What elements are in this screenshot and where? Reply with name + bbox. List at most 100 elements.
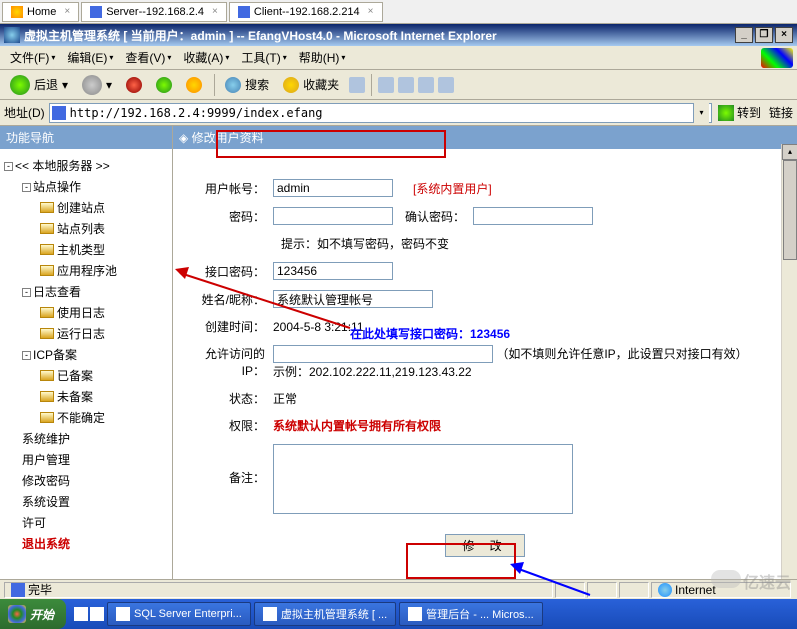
edit-icon[interactable] [418, 77, 434, 93]
tab-server[interactable]: Server--192.168.2.4 × [81, 2, 227, 22]
menu-help[interactable]: 帮助(H)▾ [293, 47, 352, 68]
mail-icon[interactable] [378, 77, 394, 93]
cloud-icon [711, 570, 741, 588]
taskbar-item[interactable]: SQL Server Enterpri... [107, 602, 251, 626]
tree-logs[interactable]: -日志查看 [22, 281, 168, 302]
home-button[interactable] [180, 75, 208, 95]
tree-item[interactable]: 系统维护 [22, 428, 168, 449]
tree-site-ops[interactable]: -站点操作 [22, 176, 168, 197]
collapse-icon[interactable]: - [22, 288, 31, 297]
refresh-button[interactable] [150, 75, 178, 95]
refresh-icon [156, 77, 172, 93]
dropdown-icon[interactable]: ▾ [693, 103, 709, 123]
scroll-thumb[interactable] [783, 160, 797, 260]
tree-item[interactable]: 运行日志 [40, 323, 168, 344]
nickname-label: 姓名/昵称： [183, 291, 273, 308]
tree-item[interactable]: 主机类型 [40, 239, 168, 260]
address-field[interactable]: ▾ [49, 103, 712, 123]
close-icon[interactable]: × [368, 6, 374, 17]
tree-item[interactable]: 站点列表 [40, 218, 168, 239]
api-pwd-input[interactable] [273, 262, 393, 280]
sys-user-tag: [系统内置用户] [413, 180, 492, 197]
tree-item[interactable]: 创建站点 [40, 197, 168, 218]
quick-launch-icon[interactable] [74, 607, 88, 621]
search-button[interactable]: 搜索 [219, 74, 275, 95]
tree-item[interactable]: 许可 [22, 512, 168, 533]
annotation-note: 在此处填写接口密码：123456 [350, 325, 510, 342]
url-input[interactable] [70, 106, 693, 120]
back-button[interactable]: 后退 ▾ [4, 73, 74, 97]
tree-item[interactable]: 不能确定 [40, 407, 168, 428]
window-title-bar: 虚拟主机管理系统 [ 当前用户：admin ] -- EfangVHost4.0… [0, 24, 797, 46]
tree-item[interactable]: 未备案 [40, 386, 168, 407]
collapse-icon[interactable]: - [22, 183, 31, 192]
restore-button[interactable]: ❐ [755, 27, 773, 43]
print-icon[interactable] [398, 77, 414, 93]
page-icon [52, 106, 66, 120]
tree-item[interactable]: 使用日志 [40, 302, 168, 323]
links-button[interactable]: 链接 [769, 104, 793, 121]
confirm-pwd-input[interactable] [473, 207, 593, 225]
api-pwd-label: 接口密码： [183, 263, 273, 280]
forward-button[interactable]: ▾ [76, 73, 118, 97]
main-panel: ◈ 修改用户资料 用户帐号： [系统内置用户] 密码： 确认密码： 提示：如不填… [173, 126, 797, 604]
minimize-button[interactable]: _ [735, 27, 753, 43]
tree-item[interactable]: 修改密码 [22, 470, 168, 491]
ie-icon [4, 27, 20, 43]
tree-root[interactable]: -<< 本地服务器 >> [4, 155, 168, 176]
nav-toolbar: 后退 ▾ ▾ 搜索 收藏夹 [0, 70, 797, 100]
status-seg [619, 582, 649, 598]
tree-item[interactable]: 已备案 [40, 365, 168, 386]
taskbar-item[interactable]: 管理后台 - ... Micros... [399, 602, 543, 626]
collapse-icon[interactable]: - [22, 351, 31, 360]
nickname-input[interactable] [273, 290, 433, 308]
discuss-icon[interactable] [438, 77, 454, 93]
menu-file[interactable]: 文件(F)▾ [4, 47, 61, 68]
allow-ip-example: 示例：202.102.222.11,219.123.43.22 [273, 365, 472, 379]
created-label: 创建时间： [183, 318, 273, 335]
app-icon [263, 607, 277, 621]
folder-icon [40, 328, 54, 339]
tree-item[interactable]: 系统设置 [22, 491, 168, 512]
allow-ip-input[interactable] [273, 345, 493, 363]
menu-edit[interactable]: 编辑(E)▾ [61, 47, 119, 68]
confirm-pwd-label: 确认密码： [393, 208, 473, 225]
vertical-scrollbar[interactable]: ▴ ▾ [781, 144, 797, 604]
menu-tools[interactable]: 工具(T)▾ [235, 47, 292, 68]
tab-client[interactable]: Client--192.168.2.214 × [229, 2, 383, 22]
close-icon[interactable]: × [64, 6, 70, 17]
allow-ip-note: （如不填则允许任意IP，此设置只对接口有效） [496, 347, 747, 361]
folder-icon [40, 412, 54, 423]
close-button[interactable]: × [775, 27, 793, 43]
folder-icon [40, 244, 54, 255]
content-area: 功能导航 -<< 本地服务器 >> -站点操作 创建站点 站点列表 主机类型 应… [0, 126, 797, 604]
remark-textarea[interactable] [273, 444, 573, 514]
tree-icp[interactable]: -ICP备案 [22, 344, 168, 365]
history-icon[interactable] [349, 77, 365, 93]
username-input[interactable] [273, 179, 393, 197]
remark-label: 备注： [183, 444, 273, 486]
status-bar: 完毕 Internet [0, 579, 797, 599]
go-button[interactable]: 转到 [718, 104, 761, 121]
password-input[interactable] [273, 207, 393, 225]
tab-home[interactable]: Home × [2, 2, 79, 22]
tree-item[interactable]: 用户管理 [22, 449, 168, 470]
favorites-button[interactable]: 收藏夹 [277, 74, 345, 95]
stop-button[interactable] [120, 75, 148, 95]
go-icon [718, 105, 734, 121]
menu-view[interactable]: 查看(V)▾ [119, 47, 177, 68]
tree-exit[interactable]: 退出系统 [22, 533, 168, 554]
folder-icon [40, 391, 54, 402]
home-icon [186, 77, 202, 93]
start-button[interactable]: 开始 [0, 599, 66, 629]
tree-item[interactable]: 应用程序池 [40, 260, 168, 281]
collapse-icon[interactable]: - [4, 162, 13, 171]
address-bar: 地址(D) ▾ 转到 链接 [0, 100, 797, 126]
address-label: 地址(D) [4, 104, 45, 121]
quick-launch-icon[interactable] [90, 607, 104, 621]
home-icon [11, 6, 23, 18]
scroll-up-icon[interactable]: ▴ [782, 144, 797, 160]
taskbar-item[interactable]: 虚拟主机管理系统 [ ... [254, 602, 396, 626]
close-icon[interactable]: × [212, 6, 218, 17]
menu-fav[interactable]: 收藏(A)▾ [177, 47, 235, 68]
